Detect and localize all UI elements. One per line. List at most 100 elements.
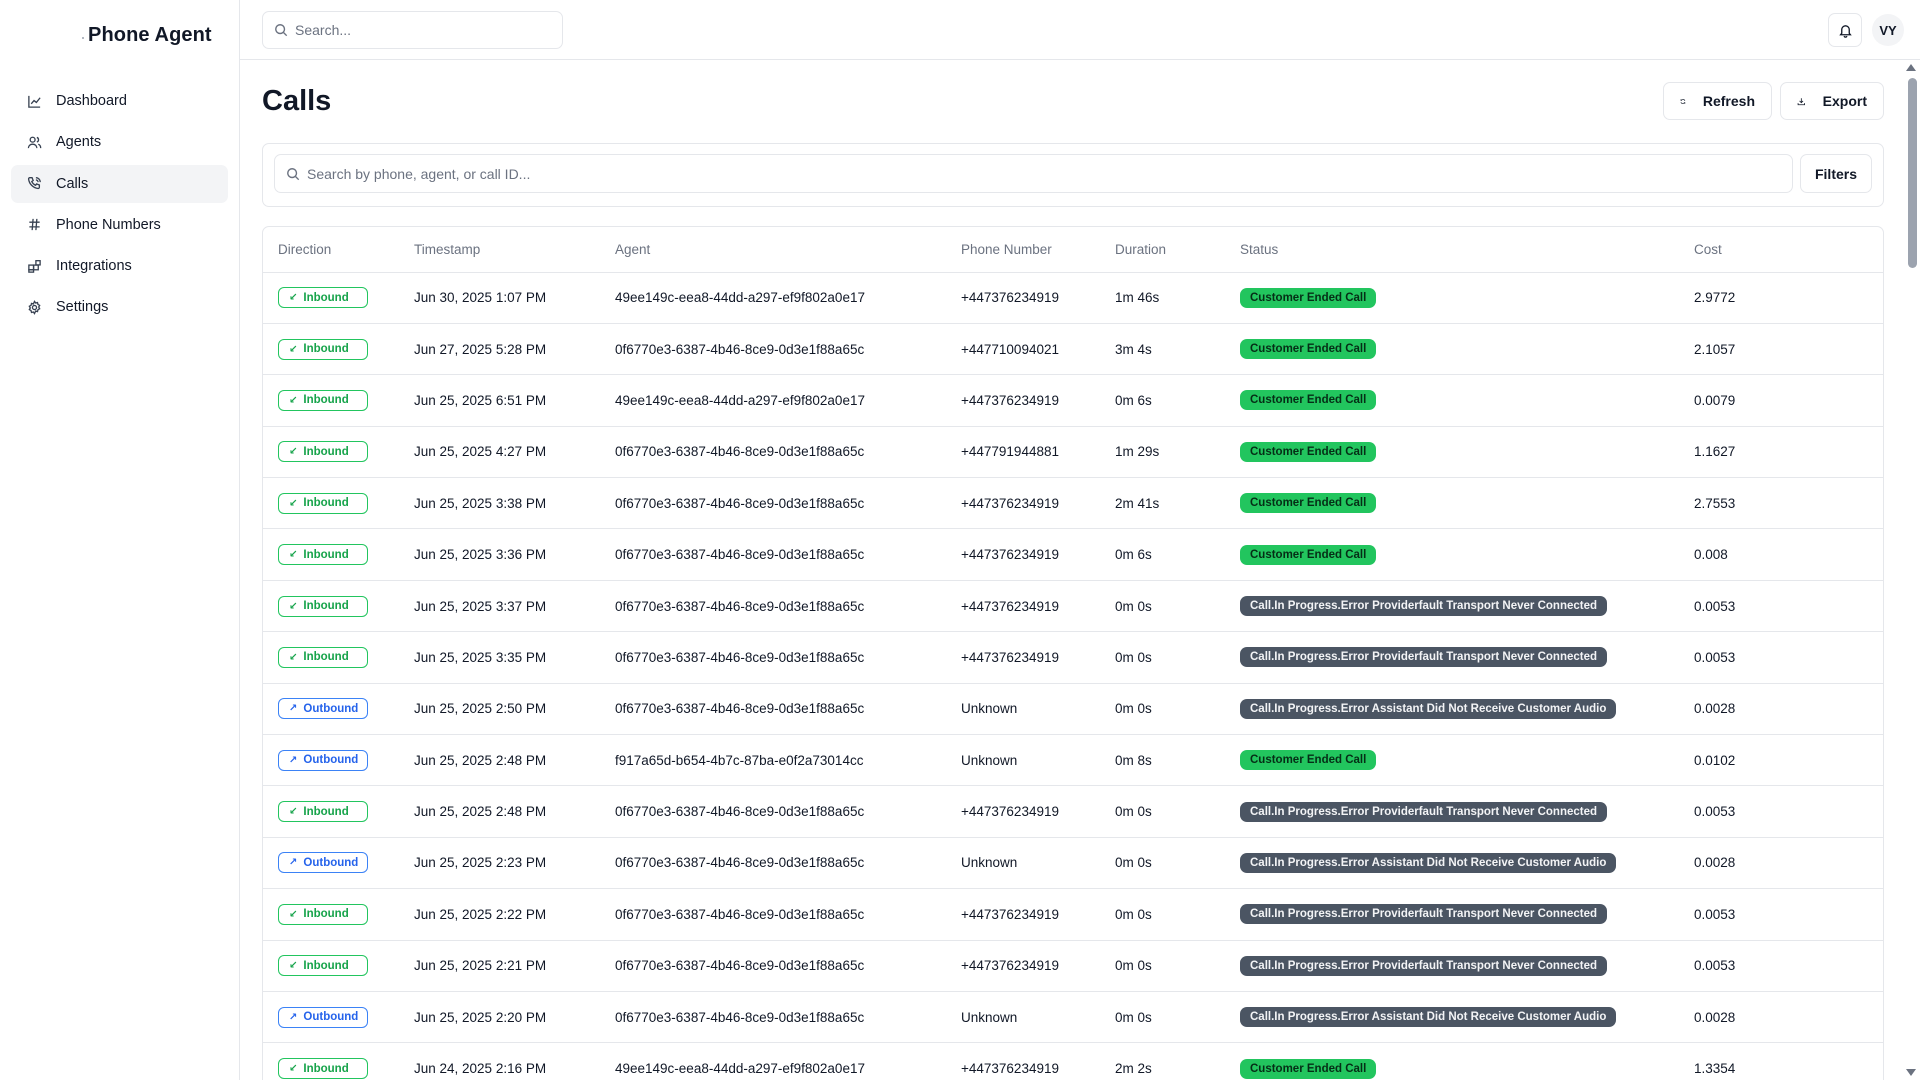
direction-badge: ↗ Outbound	[278, 1006, 368, 1028]
scrollbar-thumb[interactable]	[1908, 78, 1917, 268]
table-row[interactable]: ↙ Inbound Jun 25, 2025 3:35 PM 0f6770e3-638…	[263, 631, 1883, 684]
topbar: VY	[240, 0, 1920, 60]
column-header-status[interactable]: Status	[1225, 227, 1679, 273]
direction-cell: ↙ Inbound	[263, 528, 399, 581]
scroll-down-arrow-icon[interactable]	[1906, 1069, 1916, 1076]
sidebar-item-settings[interactable]: Settings	[11, 288, 228, 326]
table-row[interactable]: ↙ Inbound Jun 24, 2025 2:16 PM 49ee149c-eea…	[263, 1042, 1883, 1080]
direction-badge: ↙ Inbound	[278, 955, 368, 977]
status-badge: Call.In Progress.Error Assistant Did Not…	[1240, 852, 1617, 873]
download-icon	[1797, 97, 1805, 105]
direction-label: Inbound	[303, 291, 349, 304]
agent-cell: 0f6770e3-6387-4b46-8ce9-0d3e1f88a65c	[600, 888, 946, 941]
gear-icon	[26, 299, 42, 315]
global-search[interactable]	[262, 11, 563, 49]
timestamp-cell: Jun 25, 2025 6:51 PM	[399, 374, 600, 427]
export-button[interactable]: Export	[1780, 82, 1884, 120]
duration-cell: 0m 8s	[1100, 734, 1225, 787]
status-badge: Call.In Progress.Error Assistant Did Not…	[1240, 698, 1617, 719]
table-row[interactable]: ↗ Outbound Jun 25, 2025 2:50 PM 0f6770e3-63…	[263, 683, 1883, 736]
direction-cell: ↙ Inbound	[263, 580, 399, 633]
status-badge: Customer Ended Call	[1240, 390, 1377, 411]
table-row[interactable]: ↙ Inbound Jun 27, 2025 5:28 PM 0f6770e3-638…	[263, 323, 1883, 376]
duration-cell: 1m 46s	[1100, 272, 1225, 324]
status-cell: Call.In Progress.Error Providerfault Tra…	[1225, 631, 1679, 684]
direction-label: Inbound	[303, 497, 349, 510]
cost-cell: 0.0102	[1679, 734, 1883, 787]
table-row[interactable]: ↙ Inbound Jun 30, 2025 1:07 PM 49ee149c-eea…	[263, 272, 1883, 324]
table-row[interactable]: ↙ Inbound Jun 25, 2025 3:36 PM 0f6770e3-638…	[263, 528, 1883, 581]
arrow-down-left-icon: ↙	[289, 394, 298, 406]
status-badge: Customer Ended Call	[1240, 287, 1377, 308]
status-badge: Call.In Progress.Error Providerfault Tra…	[1240, 596, 1608, 617]
sidebar-item-agents[interactable]: Agents	[11, 123, 228, 161]
agent-cell: f917a65d-b654-4b7c-87ba-e0f2a73014cc	[600, 734, 946, 787]
timestamp-cell: Jun 27, 2025 5:28 PM	[399, 323, 600, 376]
status-cell: Customer Ended Call	[1225, 1042, 1679, 1080]
table-row[interactable]: ↙ Inbound Jun 25, 2025 3:38 PM 0f6770e3-638…	[263, 477, 1883, 530]
filters-button[interactable]: Filters	[1800, 154, 1872, 193]
table-row[interactable]: ↙ Inbound Jun 25, 2025 2:48 PM 0f6770e3-638…	[263, 785, 1883, 838]
direction-label: Inbound	[303, 343, 349, 356]
column-header-phone-number[interactable]: Phone Number	[946, 227, 1100, 273]
main-content: Calls Refresh Export Filters Direction T…	[240, 61, 1904, 1080]
direction-cell: ↙ Inbound	[263, 272, 399, 324]
table-search[interactable]	[274, 154, 1793, 193]
scroll-up-arrow-icon[interactable]	[1906, 64, 1916, 71]
agent-cell: 0f6770e3-6387-4b46-8ce9-0d3e1f88a65c	[600, 426, 946, 479]
direction-cell: ↙ Inbound	[263, 374, 399, 427]
search-input[interactable]	[295, 22, 535, 38]
refresh-button[interactable]: Refresh	[1663, 82, 1772, 120]
column-header-agent[interactable]: Agent	[600, 227, 946, 273]
status-badge: Customer Ended Call	[1240, 544, 1377, 565]
timestamp-cell: Jun 25, 2025 2:48 PM	[399, 734, 600, 787]
table-search-input[interactable]	[307, 165, 1707, 182]
table-row[interactable]: ↙ Inbound Jun 25, 2025 4:27 PM 0f6770e3-638…	[263, 426, 1883, 479]
avatar[interactable]: VY	[1872, 14, 1904, 46]
agent-cell: 0f6770e3-6387-4b46-8ce9-0d3e1f88a65c	[600, 528, 946, 581]
phone-number-cell: +447376234919	[946, 1042, 1100, 1080]
sidebar-item-label: Phone Numbers	[56, 216, 161, 233]
sidebar-item-phone-numbers[interactable]: Phone Numbers	[11, 206, 228, 244]
cost-cell: 0.0053	[1679, 940, 1883, 992]
direction-badge: ↙ Inbound	[278, 287, 368, 309]
direction-badge: ↙ Inbound	[278, 389, 368, 411]
sidebar-item-calls[interactable]: Calls	[11, 164, 228, 203]
status-badge: Call.In Progress.Error Providerfault Tra…	[1240, 904, 1608, 925]
arrow-down-left-icon: ↙	[289, 651, 298, 663]
column-header-direction[interactable]: Direction	[263, 227, 399, 273]
table-row[interactable]: ↗ Outbound Jun 25, 2025 2:20 PM 0f6770e3-63…	[263, 991, 1883, 1044]
notifications-button[interactable]	[1828, 13, 1862, 47]
phone-number-cell: +447710094021	[946, 323, 1100, 376]
timestamp-cell: Jun 25, 2025 2:22 PM	[399, 888, 600, 941]
direction-cell: ↗ Outbound	[263, 991, 399, 1044]
cost-cell: 1.1627	[1679, 426, 1883, 479]
table-row[interactable]: ↙ Inbound Jun 25, 2025 3:37 PM 0f6770e3-638…	[263, 580, 1883, 633]
table-search-card: Filters	[262, 143, 1884, 207]
column-header-timestamp[interactable]: Timestamp	[399, 227, 600, 273]
table-row[interactable]: ↙ Inbound Jun 25, 2025 2:21 PM 0f6770e3-638…	[263, 940, 1883, 992]
status-cell: Customer Ended Call	[1225, 734, 1679, 787]
direction-cell: ↙ Inbound	[263, 477, 399, 530]
arrow-down-left-icon: ↙	[289, 960, 298, 972]
sidebar: Phone Agent Dashboard Agents Calls Phone…	[0, 0, 240, 1080]
page-scrollbar[interactable]	[1904, 60, 1920, 1080]
sidebar-item-dashboard[interactable]: Dashboard	[11, 82, 228, 120]
column-header-duration[interactable]: Duration	[1100, 227, 1225, 273]
arrow-down-left-icon: ↙	[289, 446, 298, 458]
cost-cell: 2.7553	[1679, 477, 1883, 530]
direction-cell: ↙ Inbound	[263, 426, 399, 479]
agent-cell: 0f6770e3-6387-4b46-8ce9-0d3e1f88a65c	[600, 940, 946, 992]
table-row[interactable]: ↗ Outbound Jun 25, 2025 2:48 PM f917a65d-b6…	[263, 734, 1883, 787]
table-row[interactable]: ↗ Outbound Jun 25, 2025 2:23 PM 0f6770e3-63…	[263, 837, 1883, 890]
phone-number-cell: +447376234919	[946, 374, 1100, 427]
duration-cell: 2m 2s	[1100, 1042, 1225, 1080]
status-badge: Customer Ended Call	[1240, 750, 1377, 771]
status-cell: Call.In Progress.Error Providerfault Tra…	[1225, 940, 1679, 992]
duration-cell: 0m 0s	[1100, 631, 1225, 684]
table-row[interactable]: ↙ Inbound Jun 25, 2025 6:51 PM 49ee149c-eea…	[263, 374, 1883, 427]
direction-badge: ↗ Outbound	[278, 852, 368, 874]
table-row[interactable]: ↙ Inbound Jun 25, 2025 2:22 PM 0f6770e3-638…	[263, 888, 1883, 941]
sidebar-item-integrations[interactable]: Integrations	[11, 247, 228, 285]
column-header-cost[interactable]: Cost	[1679, 227, 1883, 273]
